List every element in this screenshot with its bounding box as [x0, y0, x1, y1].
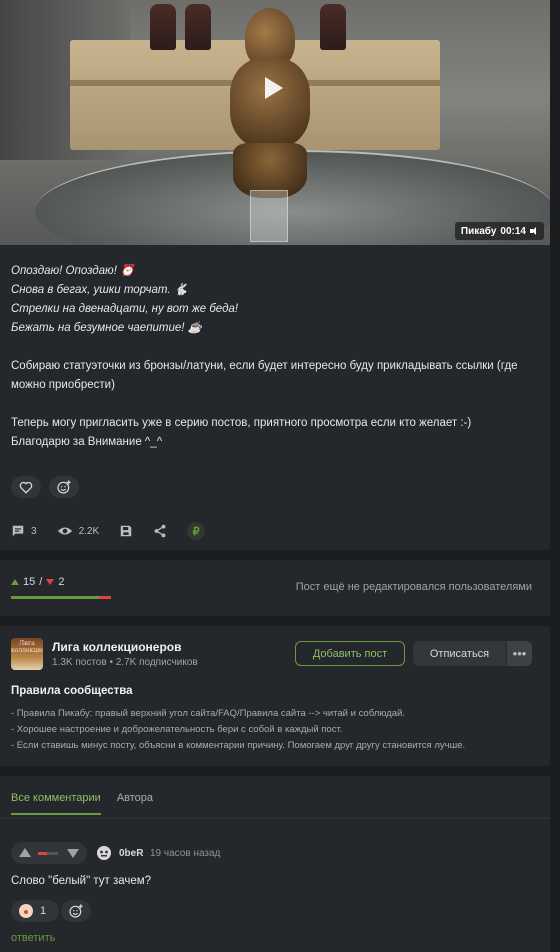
post-paragraph: Теперь могу пригласить уже в серию посто… — [11, 417, 472, 429]
community-logo[interactable]: Лига коллекционеров — [11, 638, 43, 670]
share-button[interactable] — [153, 524, 167, 538]
comment-username[interactable]: 0beR — [119, 848, 143, 859]
video-badge: Пикабу 00:14 — [454, 222, 544, 240]
video-source: Пикабу — [460, 225, 497, 237]
share-icon — [154, 524, 166, 538]
upvote-icon[interactable] — [11, 579, 19, 585]
post-card: Пикабу 00:14 Опоздаю! Опоздаю! ⏰ Снова в… — [0, 0, 550, 550]
comments-stat[interactable]: 3 — [11, 524, 37, 538]
figurine-body — [230, 58, 310, 148]
clown-icon — [19, 904, 33, 918]
post-paragraph: Благодарю за Внимание ^_^ — [11, 436, 163, 448]
comment-add-reaction-button[interactable] — [61, 900, 91, 922]
unsubscribe-button[interactable]: Отписаться — [413, 641, 506, 666]
downvote-icon[interactable] — [46, 579, 55, 585]
glass-cup — [250, 190, 288, 242]
nixie-tube — [185, 4, 211, 50]
rating-minus: 2 — [58, 576, 65, 588]
community-card: Лига коллекционеров Лига коллекционеров … — [0, 626, 550, 766]
avatar[interactable] — [97, 846, 111, 860]
comment-tabs: Все комментарии Автора — [11, 792, 153, 815]
comment-text: Слово "белый" тут зачем? — [11, 875, 152, 887]
rating-bar — [11, 596, 111, 599]
community-name[interactable]: Лига коллекционеров — [52, 640, 182, 654]
video-duration: 00:14 — [500, 225, 526, 237]
add-reaction-button[interactable] — [49, 476, 79, 498]
smile-plus-icon — [57, 480, 71, 494]
more-options-button[interactable]: ••• — [507, 641, 532, 666]
views-stat: 2.2K — [57, 525, 100, 537]
rating-bar-negative — [99, 596, 111, 599]
views-count: 2.2K — [78, 525, 100, 537]
poem-line: Бежать на безумное чаепитие! ☕ — [11, 322, 202, 334]
ruble-icon: ₽ — [187, 522, 206, 540]
comment-icon — [12, 525, 24, 537]
comment-time[interactable]: 19 часов назад — [150, 848, 220, 859]
community-subscribers: 2.7K подписчиков — [115, 657, 198, 668]
nixie-tube — [150, 4, 176, 50]
poem-line: Опоздаю! Опоздаю! ⏰ — [11, 265, 135, 277]
eye-icon — [57, 527, 72, 535]
play-icon[interactable] — [265, 77, 283, 99]
post-rating: 15 / 2 — [11, 576, 64, 588]
rule-item: - Если ставишь минус посту, объясни в ко… — [11, 740, 466, 751]
bronze-rabbit-figurine — [215, 8, 325, 198]
comment-reaction[interactable]: 1 — [11, 900, 59, 922]
rating-plus: 15 — [23, 576, 36, 588]
volume-icon[interactable] — [530, 227, 538, 235]
add-post-button[interactable]: Добавить пост — [295, 641, 405, 666]
comment-rating-bar — [38, 852, 58, 855]
community-posts: 1.3K постов — [52, 657, 107, 668]
comment-downvote-icon[interactable] — [67, 849, 79, 858]
reaction-count: 1 — [40, 905, 47, 917]
poem-line: Стрелки на двенадцати, ну вот же беда! — [11, 303, 239, 315]
community-meta: 1.3K постов • 2.7K подписчиков — [52, 657, 198, 668]
rating-card: 15 / 2 Пост ещё не редактировался пользо… — [0, 560, 550, 616]
reply-link[interactable]: ответить — [11, 932, 55, 944]
comment-rating-negative — [38, 852, 47, 855]
tab-all-comments[interactable]: Все комментарии — [11, 792, 101, 815]
smile-plus-icon — [69, 904, 83, 918]
rules-title: Правила сообщества — [11, 685, 133, 697]
heart-icon — [19, 481, 33, 493]
save-button[interactable] — [119, 524, 133, 538]
comments-card: Все комментарии Автора 0beR 19 часов наз… — [0, 776, 550, 952]
like-button[interactable] — [11, 476, 41, 498]
post-body: Опоздаю! Опоздаю! ⏰ Снова в бегах, ушки … — [11, 262, 536, 452]
tab-author[interactable]: Автора — [117, 792, 153, 815]
scrollbar[interactable] — [554, 0, 560, 952]
edit-note: Пост ещё не редактировался пользователям… — [295, 581, 532, 593]
comment-vote — [11, 842, 87, 864]
post-paragraph: Собираю статуэточки из бронзы/латуни, ес… — [11, 360, 518, 391]
rules-list: - Правила Пикабу: правый верхний угол са… — [11, 706, 541, 754]
rule-item: - Хорошее настроение и доброжелательност… — [11, 724, 343, 735]
rule-item: - Правила Пикабу: правый верхний угол са… — [11, 708, 405, 719]
save-icon — [120, 525, 132, 537]
poem-line: Снова в бегах, ушки торчат. 🐇 — [11, 284, 189, 296]
rating-separator: / — [39, 576, 43, 588]
reaction-row — [11, 476, 79, 498]
post-stats: 3 2.2K ₽ — [11, 522, 225, 540]
tabs-divider — [0, 818, 550, 819]
comments-count: 3 — [31, 525, 37, 537]
donate-button[interactable]: ₽ — [187, 522, 206, 540]
comment-upvote-icon[interactable] — [19, 848, 31, 857]
community-logo-text: Лига коллекционеров — [11, 640, 43, 654]
video-player[interactable]: Пикабу 00:14 — [0, 0, 550, 245]
